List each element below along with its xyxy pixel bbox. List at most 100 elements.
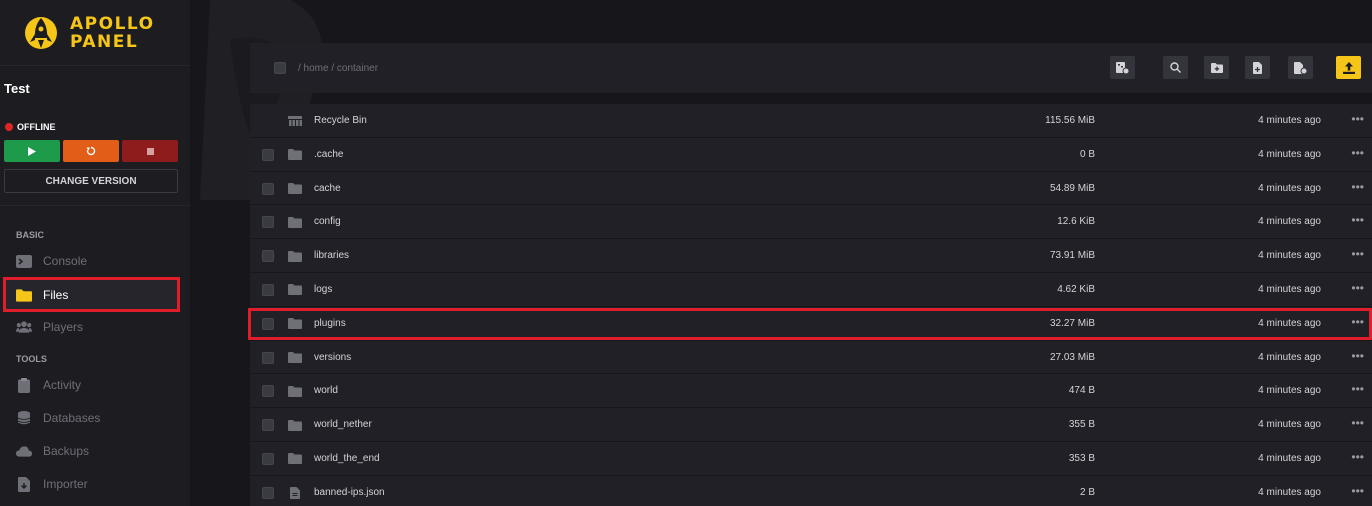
row-checkbox[interactable] (262, 351, 274, 364)
row-checkbox[interactable] (262, 419, 274, 432)
file-name[interactable]: plugins (314, 318, 346, 329)
restart-button[interactable] (63, 140, 119, 162)
more-options-icon[interactable]: ••• (1351, 281, 1364, 295)
file-row[interactable]: cache 54.89 MiB 4 minutes ago ••• (250, 171, 1372, 206)
more-options-icon[interactable]: ••• (1351, 213, 1364, 227)
status-dot-icon (5, 123, 13, 131)
recycle-bin-row[interactable]: Recycle Bin 115.56 MiB 4 minutes ago ••• (250, 104, 1372, 138)
server-status: OFFLINE (5, 122, 56, 132)
sidebar-item-label: Databases (43, 411, 101, 425)
archive-button[interactable] (1110, 56, 1135, 79)
file-row[interactable]: world_the_end 353 B 4 minutes ago ••• (250, 441, 1372, 476)
row-checkbox[interactable] (262, 486, 274, 499)
more-options-icon[interactable]: ••• (1351, 247, 1364, 261)
sidebar-item-label: Console (43, 254, 88, 268)
file-size: 73.91 MiB (1049, 250, 1095, 262)
change-version-button[interactable]: CHANGE VERSION (4, 169, 178, 193)
file-name[interactable]: cache (314, 183, 341, 194)
file-row[interactable]: plugins 32.27 MiB 4 minutes ago ••• (250, 306, 1372, 341)
search-button[interactable] (1163, 56, 1188, 79)
file-row[interactable]: versions 27.03 MiB 4 minutes ago ••• (250, 340, 1372, 375)
file-row[interactable]: world_nether 355 B 4 minutes ago ••• (250, 408, 1372, 442)
row-checkbox[interactable] (262, 452, 274, 465)
pull-file-button[interactable] (1288, 56, 1313, 79)
file-name[interactable]: .cache (314, 149, 343, 160)
upload-button[interactable] (1336, 56, 1361, 79)
sidebar-item-console[interactable]: Console (0, 246, 180, 276)
folder-icon (288, 385, 302, 397)
sidebar-item-players[interactable]: Players (0, 312, 180, 342)
more-options-icon[interactable]: ••• (1351, 112, 1364, 126)
file-name[interactable]: versions (314, 352, 351, 363)
file-row[interactable]: banned-ips.json 2 B 4 minutes ago ••• (250, 475, 1372, 506)
file-name[interactable]: world (314, 385, 338, 396)
more-options-icon[interactable]: ••• (1351, 382, 1364, 396)
more-options-icon[interactable]: ••• (1351, 180, 1364, 194)
more-options-icon[interactable]: ••• (1351, 450, 1364, 464)
file-name[interactable]: config (314, 216, 341, 227)
file-name[interactable]: libraries (314, 250, 349, 261)
more-options-icon[interactable]: ••• (1351, 349, 1364, 363)
stop-button[interactable] (122, 140, 178, 162)
sidebar-divider (0, 205, 190, 206)
sidebar-item-label: Importer (43, 477, 88, 491)
new-folder-icon (1210, 62, 1223, 73)
start-button[interactable] (4, 140, 60, 162)
row-checkbox[interactable] (262, 317, 274, 330)
power-controls (4, 140, 178, 162)
file-modified: 4 minutes ago (1258, 283, 1321, 295)
file-size: 12.6 KiB (1057, 216, 1095, 228)
row-checkbox[interactable] (262, 216, 274, 229)
row-checkbox[interactable] (262, 148, 274, 161)
select-all-checkbox[interactable] (274, 62, 286, 74)
file-size: 27.03 MiB (1049, 351, 1095, 363)
highlight-box (3, 277, 180, 312)
more-options-icon[interactable]: ••• (1351, 416, 1364, 430)
sidebar-item-activity[interactable]: Activity (0, 370, 180, 400)
search-icon (1170, 62, 1181, 73)
file-size: 4.62 KiB (1057, 283, 1095, 295)
sidebar-item-databases[interactable]: Databases (0, 403, 180, 433)
sidebar-item-backups[interactable]: Backups (0, 436, 180, 466)
upload-icon (1342, 61, 1355, 74)
file-row[interactable]: .cache 0 B 4 minutes ago ••• (250, 137, 1372, 172)
sidebar-item-label: Backups (43, 444, 90, 458)
folder-icon (288, 183, 302, 195)
file-row[interactable]: world 474 B 4 minutes ago ••• (250, 374, 1372, 409)
file-name[interactable]: world_the_end (314, 453, 380, 464)
sidebar-item-label: Players (43, 320, 84, 334)
file-size: 54.89 MiB (1049, 182, 1095, 194)
more-options-icon[interactable]: ••• (1351, 315, 1364, 329)
play-icon (28, 146, 36, 156)
file-name[interactable]: logs (314, 284, 332, 295)
folder-icon (288, 284, 302, 296)
section-basic-label: BASIC (16, 230, 45, 240)
file-name[interactable]: world_nether (314, 419, 372, 430)
more-options-icon[interactable]: ••• (1351, 146, 1364, 160)
pull-file-icon (1294, 61, 1307, 74)
folder-icon (288, 149, 302, 161)
file-size: 2 B (1079, 486, 1095, 498)
row-checkbox[interactable] (262, 283, 274, 296)
file-row[interactable]: libraries 73.91 MiB 4 minutes ago ••• (250, 239, 1372, 273)
brand-name-line1: APOLLO (70, 13, 155, 34)
row-checkbox[interactable] (262, 385, 274, 398)
file-row[interactable]: config 12.6 KiB 4 minutes ago ••• (250, 205, 1372, 240)
cloud-icon (16, 444, 32, 458)
logo[interactable]: APOLLO PANEL (0, 0, 190, 66)
more-options-icon[interactable]: ••• (1351, 484, 1364, 498)
file-name[interactable]: Recycle Bin (314, 115, 367, 126)
new-file-button[interactable] (1245, 56, 1270, 79)
file-modified: 4 minutes ago (1258, 419, 1321, 431)
file-name[interactable]: banned-ips.json (314, 487, 385, 498)
clipboard-icon (16, 377, 32, 393)
file-row[interactable]: logs 4.62 KiB 4 minutes ago ••• (250, 272, 1372, 307)
new-folder-button[interactable] (1204, 56, 1229, 79)
row-checkbox[interactable] (262, 250, 274, 263)
sidebar-item-importer[interactable]: Importer (0, 469, 180, 499)
file-size: 32.27 MiB (1049, 317, 1095, 329)
file-modified: 4 minutes ago (1258, 486, 1321, 498)
row-checkbox[interactable] (262, 182, 274, 195)
breadcrumb[interactable]: / home / container (298, 63, 378, 74)
section-tools-label: TOOLS (16, 354, 47, 364)
